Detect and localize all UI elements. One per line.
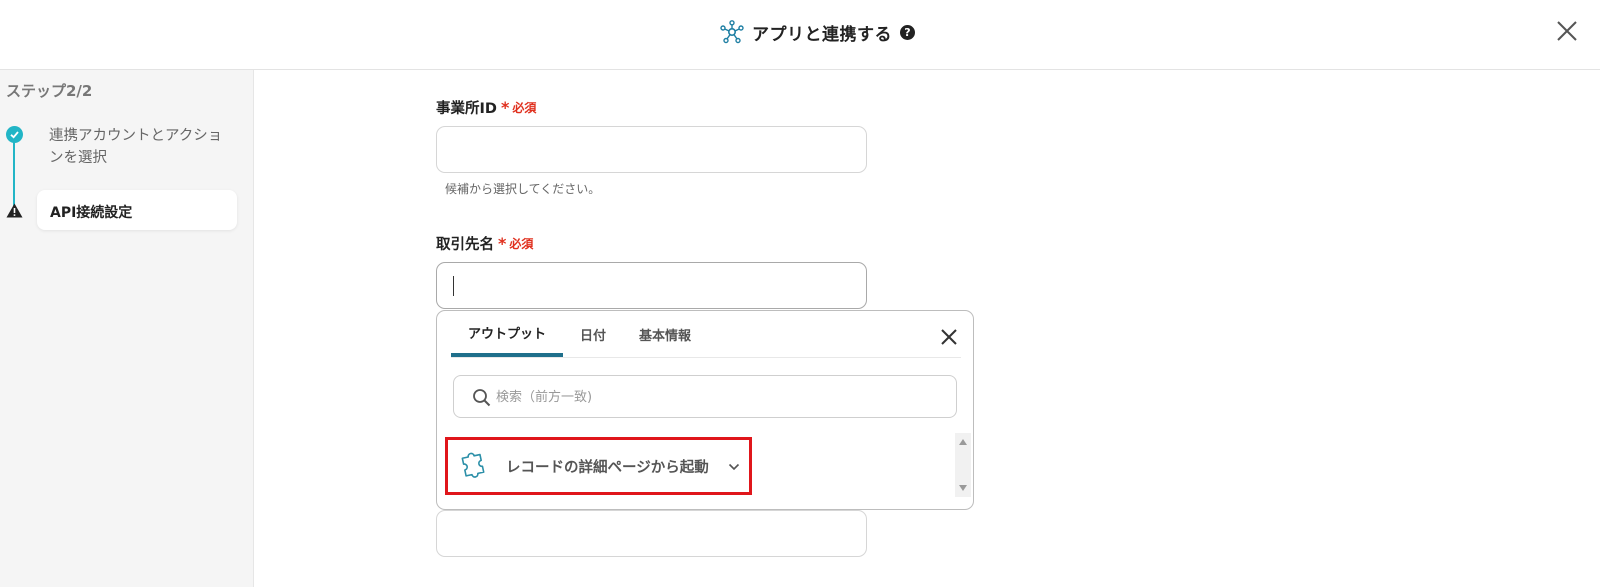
step-heading: ステップ2/2 bbox=[6, 82, 93, 100]
modal-title: アプリと連携する bbox=[752, 24, 892, 45]
step-sidebar: ステップ2/2 連携アカウントとアクションを選択 API接続設定 bbox=[0, 70, 254, 587]
required-star: * bbox=[498, 234, 507, 253]
close-icon[interactable] bbox=[1554, 18, 1580, 44]
output-list: レコードの詳細ページから起動 bbox=[445, 433, 951, 499]
list-item-record-detail-trigger[interactable]: レコードの詳細ページから起動 bbox=[448, 440, 748, 492]
network-icon bbox=[720, 20, 744, 44]
field-label-text: 事業所ID bbox=[436, 101, 497, 117]
required-badge: 必須 bbox=[512, 101, 537, 115]
step-connector-line bbox=[13, 138, 15, 208]
office-id-field[interactable] bbox=[436, 126, 867, 173]
required-badge: 必須 bbox=[509, 237, 534, 251]
tab-date[interactable]: 日付 bbox=[563, 311, 623, 357]
check-icon bbox=[6, 126, 23, 143]
tab-basic-info[interactable]: 基本情報 bbox=[623, 311, 707, 357]
list-item-label: レコードの詳細ページから起動 bbox=[506, 460, 709, 476]
list-scrollbar[interactable] bbox=[955, 433, 971, 497]
partner-name-field[interactable] bbox=[436, 262, 867, 309]
puzzle-icon bbox=[461, 452, 485, 478]
scroll-down-arrow-icon[interactable] bbox=[959, 485, 967, 491]
field-label-text: 取引先名 bbox=[436, 237, 494, 253]
header-title-group: アプリと連携する ? bbox=[720, 17, 915, 47]
search-field[interactable] bbox=[453, 375, 957, 418]
warning-icon bbox=[6, 203, 23, 218]
required-star: * bbox=[500, 98, 510, 117]
step-item-api-settings[interactable]: API接続設定 bbox=[37, 190, 237, 230]
tab-output[interactable]: アウトプット bbox=[451, 311, 563, 357]
office-id-hint: 候補から選択してください。 bbox=[445, 182, 601, 196]
text-caret bbox=[453, 276, 454, 296]
tabs-divider bbox=[451, 357, 961, 358]
partner-name-label: 取引先名 * 必須 bbox=[436, 233, 533, 254]
step-item-label: API接続設定 bbox=[50, 205, 133, 221]
search-input[interactable] bbox=[496, 386, 936, 408]
next-field[interactable] bbox=[436, 510, 867, 557]
popup-tabs: アウトプット 日付 基本情報 bbox=[451, 311, 707, 357]
step-item-select-action[interactable]: 連携アカウントとアクションを選択 bbox=[49, 125, 229, 169]
output-picker-popup: アウトプット 日付 基本情報 レコードの詳細ページから起動 bbox=[436, 310, 974, 510]
office-id-label: 事業所ID * 必須 bbox=[436, 97, 536, 118]
chevron-down-icon[interactable] bbox=[728, 462, 740, 472]
search-icon bbox=[473, 389, 491, 407]
help-icon[interactable]: ? bbox=[900, 24, 915, 40]
scroll-up-arrow-icon[interactable] bbox=[959, 439, 967, 445]
modal-header: アプリと連携する ? bbox=[0, 0, 1600, 70]
close-icon[interactable] bbox=[939, 327, 959, 347]
